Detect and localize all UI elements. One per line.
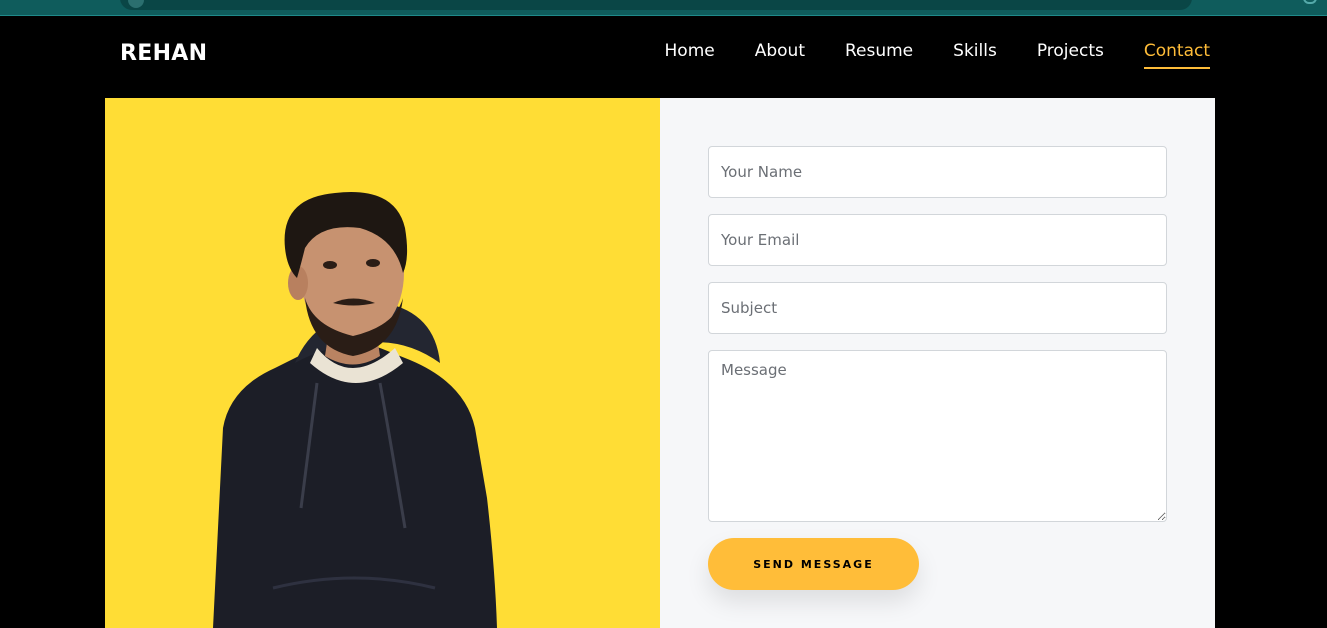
nav-about[interactable]: About (755, 41, 805, 69)
send-message-button[interactable]: SEND MESSAGE (708, 538, 919, 590)
portrait-panel (105, 98, 660, 628)
extension-icon[interactable] (1303, 0, 1317, 4)
nav-home[interactable]: Home (665, 41, 715, 69)
portrait-photo (213, 192, 497, 628)
address-bar[interactable] (120, 0, 1192, 10)
browser-top-strip (0, 0, 1327, 16)
nav-resume[interactable]: Resume (845, 41, 913, 69)
name-input[interactable] (708, 146, 1167, 198)
nav-projects[interactable]: Projects (1037, 41, 1104, 69)
site-header: REHAN Home About Resume Skills Projects … (0, 17, 1327, 98)
message-textarea[interactable] (708, 350, 1167, 522)
nav-skills[interactable]: Skills (953, 41, 997, 69)
nav-contact[interactable]: Contact (1143, 41, 1210, 69)
subject-input[interactable] (708, 282, 1167, 334)
site-icon (128, 0, 144, 8)
email-input[interactable] (708, 214, 1167, 266)
contact-form-panel: SEND MESSAGE (660, 98, 1215, 628)
site-logo[interactable]: REHAN (120, 41, 207, 66)
main-nav: Home About Resume Skills Projects Contac… (665, 41, 1210, 69)
